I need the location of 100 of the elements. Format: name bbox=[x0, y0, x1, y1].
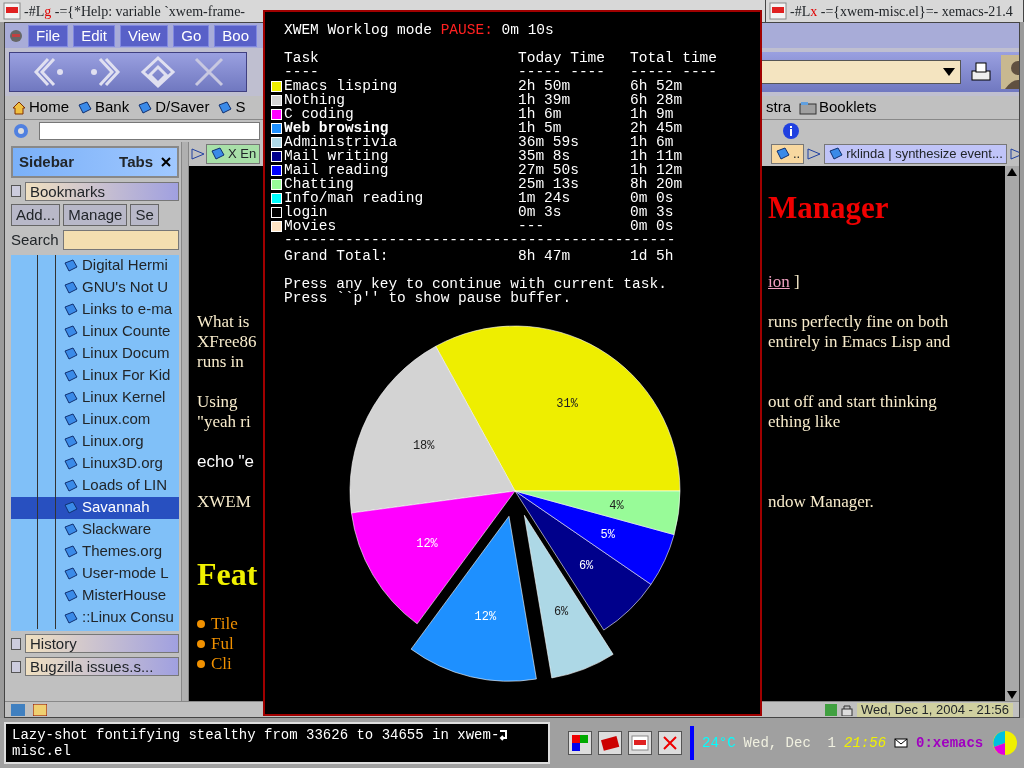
dropdown-icon[interactable] bbox=[942, 67, 956, 77]
tree-item[interactable]: Linux Kernel bbox=[82, 386, 166, 409]
scroll-up-icon[interactable] bbox=[1006, 166, 1018, 178]
panel-header[interactable]: History bbox=[25, 634, 179, 653]
paragraph-text: XWEM bbox=[197, 492, 252, 512]
bookmark-icon bbox=[63, 522, 79, 537]
tree-item[interactable]: Linux.com bbox=[82, 408, 151, 431]
time-value: 2h 50m bbox=[518, 79, 572, 93]
app-icon[interactable] bbox=[769, 2, 787, 20]
pie-icon[interactable] bbox=[991, 729, 1020, 757]
value-label: 12% bbox=[474, 609, 497, 624]
menu-item[interactable]: Edit bbox=[73, 24, 116, 47]
task-name[interactable]: login bbox=[284, 205, 518, 219]
task-name[interactable]: C coding bbox=[284, 107, 518, 121]
time-value: 2h 45m bbox=[630, 121, 684, 135]
panel-header[interactable]: Bugzilla issues.s... bbox=[25, 657, 179, 676]
print-icon[interactable] bbox=[969, 61, 993, 83]
tree-item[interactable]: Linux Docum bbox=[82, 342, 170, 365]
paragraph-text: entirely in Emacs Lisp and bbox=[768, 332, 951, 352]
task-name[interactable]: Administrivia bbox=[284, 135, 518, 149]
time-value: 1h 6m bbox=[518, 107, 563, 121]
task-name[interactable]: Chatting bbox=[284, 177, 518, 191]
bullet-icon bbox=[197, 640, 205, 648]
bullet-icon bbox=[197, 620, 205, 628]
app-icon[interactable] bbox=[629, 732, 651, 754]
tree-item[interactable]: Linux For Kid bbox=[82, 364, 171, 387]
browser-tab[interactable]: rklinda | synthesize event... bbox=[824, 144, 1007, 164]
window-icon[interactable] bbox=[569, 732, 591, 754]
search-field[interactable] bbox=[39, 122, 260, 140]
panel-toggle[interactable] bbox=[11, 637, 21, 650]
splitter-handle[interactable] bbox=[181, 142, 189, 701]
time-value: 1d 5h bbox=[630, 249, 675, 263]
tab-scroll-icon[interactable] bbox=[1009, 147, 1019, 161]
task-name[interactable]: Emacs lisping bbox=[284, 79, 518, 93]
task-name[interactable]: Info/man reading bbox=[284, 191, 518, 205]
tree-item[interactable]: Links to e-ma bbox=[82, 298, 173, 321]
paragraph-text: ething like bbox=[768, 412, 842, 432]
bookmark-link[interactable]: D/Saver bbox=[137, 96, 210, 119]
close-icon[interactable] bbox=[161, 157, 171, 167]
bookmark-link[interactable]: Home bbox=[11, 96, 69, 119]
menu-icon bbox=[9, 28, 23, 43]
paragraph-text: out off and start thinking bbox=[768, 392, 937, 412]
lock-icon bbox=[841, 703, 854, 716]
task-name[interactable]: Web browsing bbox=[284, 121, 518, 135]
panel-header[interactable]: Bookmarks bbox=[25, 181, 179, 201]
task-name[interactable]: Nothing bbox=[284, 93, 518, 107]
tabs-label[interactable]: Tabs bbox=[119, 150, 153, 174]
tree-item[interactable]: Digital Hermi bbox=[82, 254, 168, 277]
browser-tab[interactable]: X En bbox=[206, 144, 261, 164]
stop-icon[interactable] bbox=[192, 55, 226, 89]
reload-icon[interactable] bbox=[138, 55, 178, 89]
bookmark-icon bbox=[63, 302, 79, 317]
value-label: 12% bbox=[416, 537, 438, 552]
panel-toggle[interactable] bbox=[11, 660, 21, 673]
tree-item[interactable]: Linux.org bbox=[82, 430, 144, 453]
bookmark-link[interactable]: Booklets bbox=[799, 96, 877, 119]
tree-item[interactable]: Linux3D.org bbox=[82, 452, 163, 475]
search-field[interactable] bbox=[62, 230, 179, 251]
mail-icon[interactable] bbox=[894, 738, 909, 748]
tree-item[interactable]: MisterHouse bbox=[82, 584, 167, 607]
nav-link[interactable]: ion bbox=[768, 272, 790, 291]
sidebar-button[interactable]: Add... bbox=[11, 204, 61, 226]
search-engine-icon[interactable] bbox=[11, 122, 31, 140]
tree-item[interactable]: Linux Counte bbox=[82, 320, 171, 343]
sidebar-button[interactable]: Manage bbox=[63, 204, 128, 226]
tree-item[interactable]: Loads of LIN bbox=[82, 474, 168, 497]
tab-scroll-icon[interactable] bbox=[807, 147, 822, 161]
tab-scroll-icon[interactable] bbox=[191, 147, 205, 161]
value-label: 6% bbox=[553, 604, 569, 619]
tree-item[interactable]: Slackware bbox=[82, 518, 152, 541]
column-header: Task bbox=[284, 51, 320, 65]
bookmark-link[interactable]: stra bbox=[766, 96, 791, 119]
menu-item[interactable]: File bbox=[28, 24, 69, 47]
date-text: Wed, Dec 1 bbox=[743, 733, 837, 753]
menu-item[interactable]: Go bbox=[173, 24, 210, 47]
section-heading: Feat bbox=[197, 555, 259, 594]
time-value: 35m 8s bbox=[518, 149, 572, 163]
tree-item[interactable]: Themes.org bbox=[82, 540, 163, 563]
url-field[interactable] bbox=[761, 60, 961, 84]
bookmark-icon bbox=[217, 100, 234, 115]
info-icon[interactable] bbox=[782, 122, 800, 140]
bookmark-icon bbox=[63, 390, 79, 405]
sidebar-button[interactable]: Se bbox=[130, 204, 159, 226]
app-icon[interactable] bbox=[3, 2, 21, 20]
task-name[interactable]: Mail writing bbox=[284, 149, 518, 163]
tree-item[interactable]: ::Linux Consu bbox=[82, 606, 174, 629]
task-name[interactable]: Movies bbox=[284, 219, 518, 233]
bookmark-link[interactable]: S bbox=[217, 96, 246, 119]
scrollbar[interactable] bbox=[1005, 166, 1019, 701]
hint-text: Press ``p'' to show pause buffer. bbox=[283, 291, 573, 305]
task-name[interactable]: Mail reading bbox=[284, 163, 518, 177]
bookmark-link[interactable]: Bank bbox=[77, 96, 130, 119]
time-value: 8h 47m bbox=[518, 249, 572, 263]
menu-item[interactable]: Boo bbox=[214, 24, 257, 47]
tree-item[interactable]: User-mode L bbox=[82, 562, 169, 585]
panel-toggle[interactable] bbox=[11, 185, 21, 197]
tree-item[interactable]: GNU's Not U bbox=[82, 276, 169, 299]
menu-item[interactable]: View bbox=[120, 24, 169, 47]
search-label: Search bbox=[11, 230, 59, 250]
browser-tab[interactable]: .. bbox=[771, 144, 805, 164]
